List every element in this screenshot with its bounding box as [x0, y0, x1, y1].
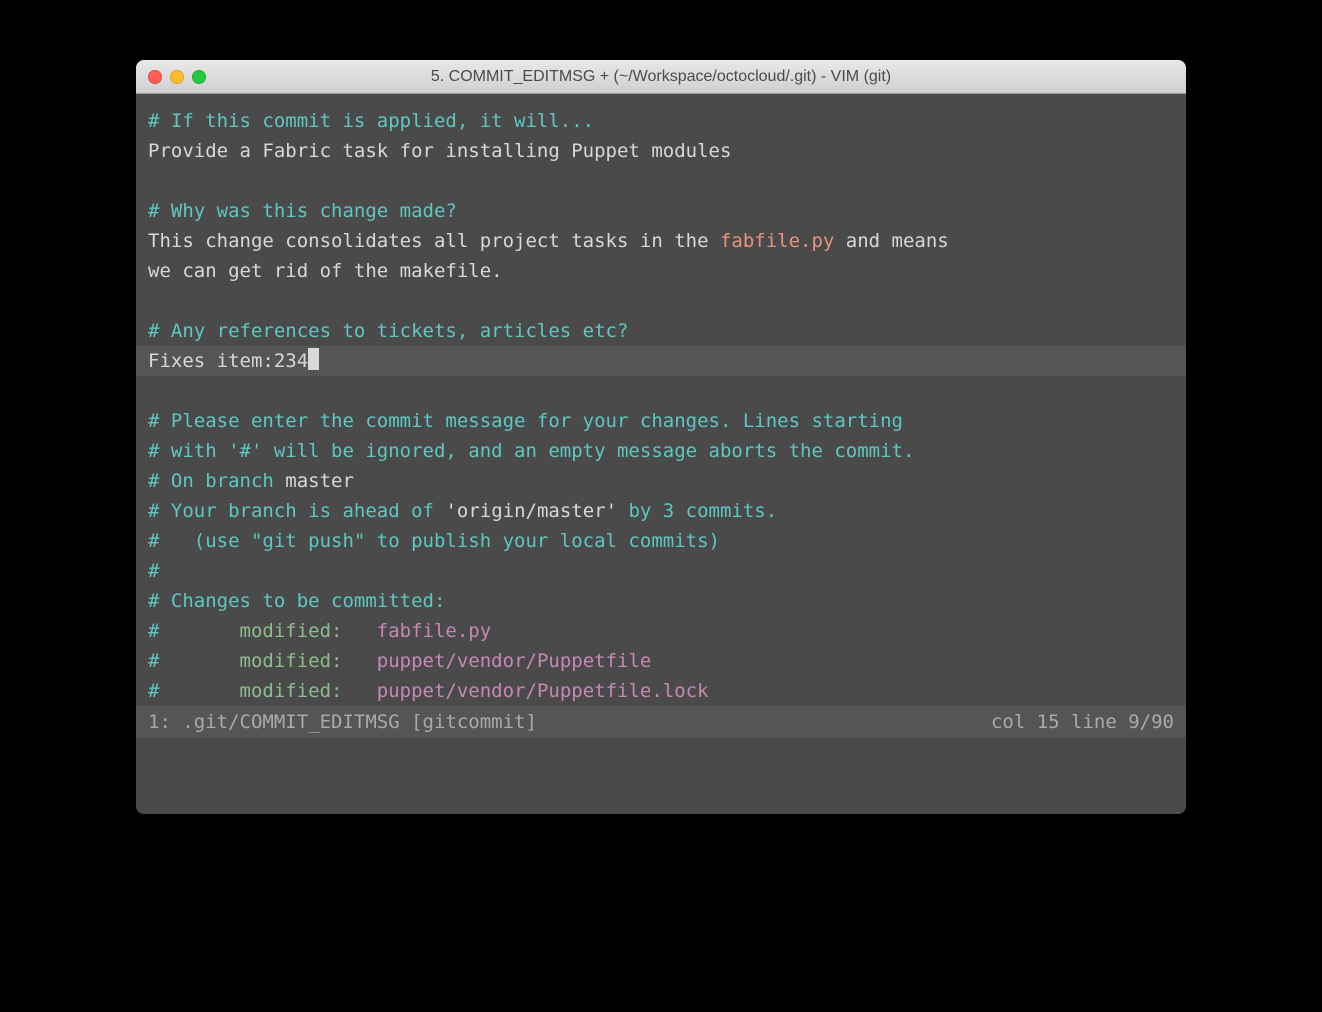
editor-line: # modified: puppet/vendor/Puppetfile	[136, 646, 1186, 676]
editor-area[interactable]: # If this commit is applied, it will... …	[136, 94, 1186, 814]
editor-line: # with '#' will be ignored, and an empty…	[136, 436, 1186, 466]
editor-line: # On branch master	[136, 466, 1186, 496]
traffic-lights	[148, 70, 206, 84]
status-position: col 15 line 9/90	[991, 706, 1174, 738]
editor-line: we can get rid of the makefile.	[136, 256, 1186, 286]
editor-line: # (use "git push" to publish your local …	[136, 526, 1186, 556]
zoom-icon[interactable]	[192, 70, 206, 84]
status-file: 1: .git/COMMIT_EDITMSG [gitcommit]	[148, 706, 537, 738]
editor-line: # Please enter the commit message for yo…	[136, 406, 1186, 436]
editor-line	[136, 376, 1186, 406]
vim-statusbar: 1: .git/COMMIT_EDITMSG [gitcommit] col 1…	[136, 706, 1186, 738]
editor-line: # modified: fabfile.py	[136, 616, 1186, 646]
editor-line	[136, 166, 1186, 196]
editor-line: #	[136, 556, 1186, 586]
minimize-icon[interactable]	[170, 70, 184, 84]
editor-line: # Any references to tickets, articles et…	[136, 316, 1186, 346]
editor-bottom	[136, 738, 1186, 788]
window-title: 5. COMMIT_EDITMSG + (~/Workspace/octoclo…	[148, 68, 1174, 86]
titlebar[interactable]: 5. COMMIT_EDITMSG + (~/Workspace/octoclo…	[136, 60, 1186, 94]
cursor-icon	[308, 348, 319, 370]
editor-line: # If this commit is applied, it will...	[136, 106, 1186, 136]
editor-line: # Why was this change made?	[136, 196, 1186, 226]
editor-line-current: Fixes item:234	[136, 346, 1186, 376]
editor-line: # Changes to be committed:	[136, 586, 1186, 616]
editor-line: # Your branch is ahead of 'origin/master…	[136, 496, 1186, 526]
terminal-window: 5. COMMIT_EDITMSG + (~/Workspace/octoclo…	[136, 60, 1186, 814]
editor-line: # modified: puppet/vendor/Puppetfile.loc…	[136, 676, 1186, 706]
editor-line: This change consolidates all project tas…	[136, 226, 1186, 256]
editor-line: Provide a Fabric task for installing Pup…	[136, 136, 1186, 166]
close-icon[interactable]	[148, 70, 162, 84]
editor-line	[136, 286, 1186, 316]
